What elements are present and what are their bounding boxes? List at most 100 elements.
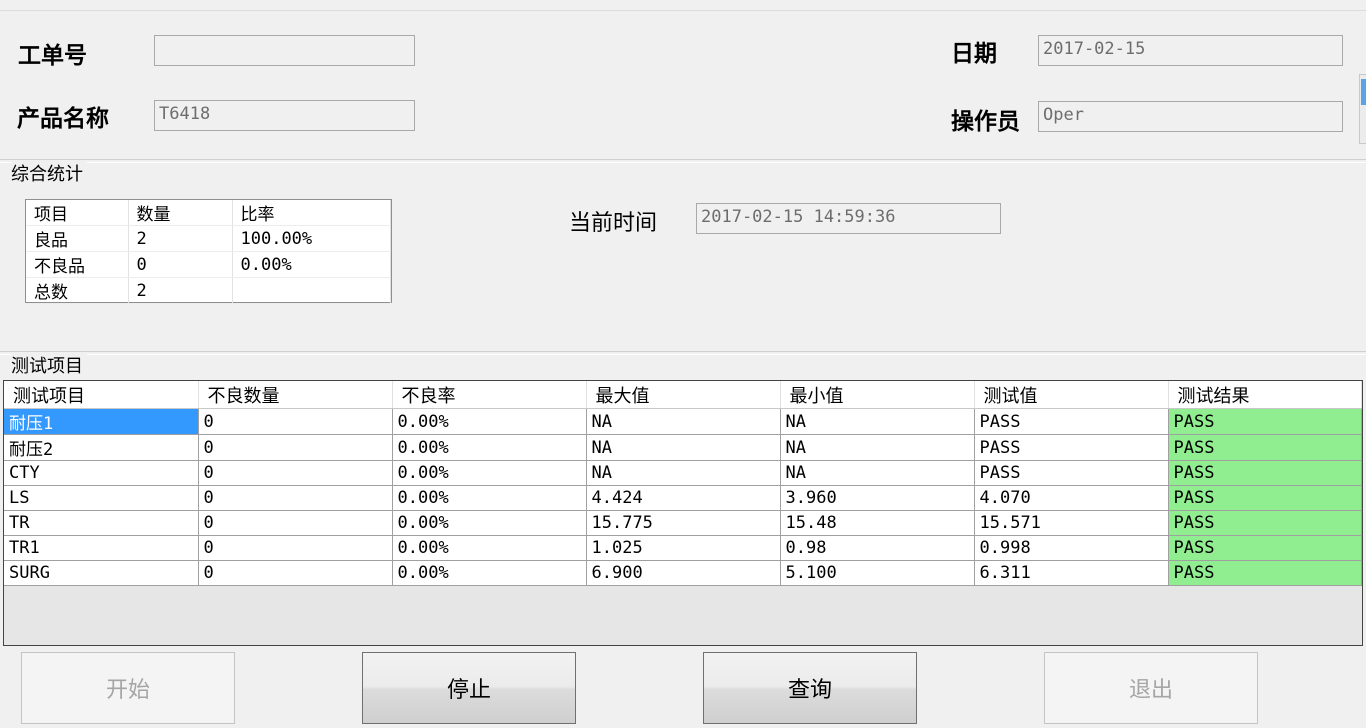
table-row[interactable]: 耐压2 0 0.00% NA NA PASS PASS: [4, 434, 1362, 461]
test-cell[interactable]: 0: [198, 535, 393, 561]
test-cell[interactable]: TR: [4, 510, 199, 536]
tests-column-header[interactable]: 不良率: [392, 381, 587, 409]
test-cell[interactable]: 0: [198, 560, 393, 586]
tests-column-header[interactable]: 测试项目: [4, 381, 199, 409]
table-row[interactable]: CTY 0 0.00% NA NA PASS PASS: [4, 460, 1362, 486]
test-cell[interactable]: NA: [586, 408, 781, 435]
tests-column-header[interactable]: 最小值: [780, 381, 975, 409]
current-time-field[interactable]: 2017-02-15 14:59:36: [696, 203, 1001, 234]
date-field[interactable]: 2017-02-15: [1038, 35, 1343, 66]
test-cell[interactable]: 耐压1: [4, 408, 199, 435]
exit-button[interactable]: 退出: [1044, 652, 1258, 724]
test-cell[interactable]: 耐压2: [4, 434, 199, 461]
summary-column-header[interactable]: 比率: [232, 200, 391, 226]
test-cell[interactable]: 15.48: [780, 510, 975, 536]
test-cell[interactable]: SURG: [4, 560, 199, 586]
test-cell[interactable]: 0.00%: [392, 560, 587, 586]
tests-group-title: 测试项目: [11, 352, 87, 378]
test-cell[interactable]: 0.00%: [392, 535, 587, 561]
stop-button[interactable]: 停止: [362, 652, 576, 724]
test-cell[interactable]: 1.025: [586, 535, 781, 561]
test-result-cell[interactable]: PASS: [1168, 560, 1362, 586]
test-cell[interactable]: 6.900: [586, 560, 781, 586]
test-result-cell[interactable]: PASS: [1168, 434, 1362, 461]
test-cell[interactable]: 5.100: [780, 560, 975, 586]
query-button[interactable]: 查询: [703, 652, 917, 724]
test-cell[interactable]: 0: [198, 485, 393, 511]
table-row[interactable]: SURG 0 0.00% 6.900 5.100 6.311 PASS: [4, 560, 1362, 586]
test-cell[interactable]: 15.571: [974, 510, 1169, 536]
tests-column-header[interactable]: 不良数量: [198, 381, 393, 409]
test-cell[interactable]: NA: [780, 460, 975, 486]
summary-cell[interactable]: 2: [128, 225, 233, 252]
test-result-cell[interactable]: PASS: [1168, 535, 1362, 561]
summary-group-title: 综合统计: [11, 160, 87, 186]
test-cell[interactable]: 15.775: [586, 510, 781, 536]
table-row[interactable]: TR1 0 0.00% 1.025 0.98 0.998 PASS: [4, 535, 1362, 561]
test-cell[interactable]: NA: [586, 460, 781, 486]
test-cell[interactable]: 3.960: [780, 485, 975, 511]
test-cell[interactable]: 0.00%: [392, 434, 587, 461]
side-scrollbar[interactable]: [1359, 74, 1366, 144]
summary-cell[interactable]: 2: [128, 277, 233, 304]
test-cell[interactable]: 0.00%: [392, 408, 587, 435]
test-result-cell[interactable]: PASS: [1168, 408, 1362, 435]
summary-cell[interactable]: 不良品: [26, 251, 129, 278]
summary-cell[interactable]: 0.00%: [232, 251, 391, 278]
test-cell[interactable]: 4.424: [586, 485, 781, 511]
tests-column-header[interactable]: 最大值: [586, 381, 781, 409]
tests-column-header[interactable]: 测试值: [974, 381, 1169, 409]
tests-column-header[interactable]: 测试结果: [1168, 381, 1362, 409]
current-time-label: 当前时间: [569, 211, 658, 236]
summary-column-header[interactable]: 数量: [128, 200, 233, 226]
test-cell[interactable]: NA: [586, 434, 781, 461]
test-result-cell[interactable]: PASS: [1168, 510, 1362, 536]
summary-header-row: 项目 数量 比率: [26, 200, 391, 226]
test-cell[interactable]: CTY: [4, 460, 199, 486]
order-number-label: 工单号: [18, 43, 87, 69]
test-cell[interactable]: PASS: [974, 408, 1169, 435]
test-cell[interactable]: PASS: [974, 434, 1169, 461]
table-row[interactable]: TR 0 0.00% 15.775 15.48 15.571 PASS: [4, 510, 1362, 536]
test-cell[interactable]: 0.98: [780, 535, 975, 561]
test-cell[interactable]: 0.00%: [392, 460, 587, 486]
test-result-cell[interactable]: PASS: [1168, 485, 1362, 511]
summary-row[interactable]: 总数 2: [26, 277, 391, 304]
test-cell[interactable]: 0: [198, 510, 393, 536]
operator-field[interactable]: Oper: [1038, 101, 1343, 132]
test-cell[interactable]: 0.00%: [392, 485, 587, 511]
test-cell[interactable]: 0: [198, 434, 393, 461]
test-cell[interactable]: LS: [4, 485, 199, 511]
scroll-thumb[interactable]: [1361, 79, 1366, 105]
product-name-label: 产品名称: [17, 106, 109, 132]
test-cell[interactable]: 0: [198, 408, 393, 435]
summary-cell[interactable]: [232, 277, 391, 304]
tests-group-border: [0, 351, 1366, 355]
test-cell[interactable]: 0: [198, 460, 393, 486]
summary-cell[interactable]: 0: [128, 251, 233, 278]
product-name-field[interactable]: T6418: [154, 100, 415, 131]
test-cell[interactable]: TR1: [4, 535, 199, 561]
test-cell[interactable]: PASS: [974, 460, 1169, 486]
test-items-grid[interactable]: 测试项目 不良数量 不良率 最大值 最小值 测试值 测试结果 耐压1 0 0.00% NA NA PA…: [3, 380, 1363, 646]
summary-column-header[interactable]: 项目: [26, 200, 129, 226]
summary-grid[interactable]: 项目 数量 比率 良品 2 100.00% 不良品 0 0.00% 总数 2: [25, 199, 392, 304]
summary-cell[interactable]: 良品: [26, 225, 129, 252]
table-row[interactable]: LS 0 0.00% 4.424 3.960 4.070 PASS: [4, 485, 1362, 511]
order-number-field[interactable]: [154, 35, 415, 66]
test-cell[interactable]: NA: [780, 434, 975, 461]
summary-cell[interactable]: 100.00%: [232, 225, 391, 252]
table-row[interactable]: 耐压1 0 0.00% NA NA PASS PASS: [4, 408, 1362, 435]
start-button[interactable]: 开始: [21, 652, 235, 724]
summary-cell[interactable]: 总数: [26, 277, 129, 304]
summary-row[interactable]: 不良品 0 0.00%: [26, 251, 391, 278]
test-cell[interactable]: 0.998: [974, 535, 1169, 561]
date-label: 日期: [951, 41, 997, 67]
test-result-cell[interactable]: PASS: [1168, 460, 1362, 486]
test-cell[interactable]: NA: [780, 408, 975, 435]
test-cell[interactable]: 6.311: [974, 560, 1169, 586]
tests-header-row: 测试项目 不良数量 不良率 最大值 最小值 测试值 测试结果: [4, 381, 1362, 409]
summary-row[interactable]: 良品 2 100.00%: [26, 225, 391, 252]
test-cell[interactable]: 4.070: [974, 485, 1169, 511]
test-cell[interactable]: 0.00%: [392, 510, 587, 536]
